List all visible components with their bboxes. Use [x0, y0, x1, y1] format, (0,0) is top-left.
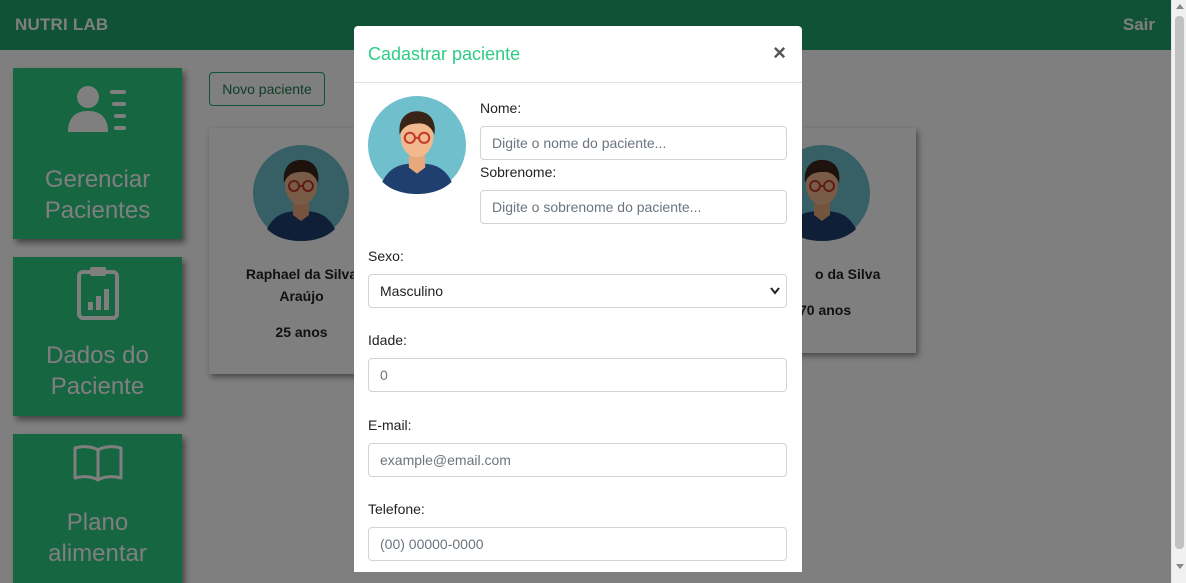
email-label: E-mail: [368, 417, 412, 433]
sobrenome-input[interactable]: Digite o sobrenome do paciente... [480, 190, 787, 224]
app-page: NUTRI LAB Sair Gerenciar Pacientes [0, 0, 1171, 583]
telefone-label: Telefone: [368, 501, 425, 517]
sexo-selected-value: Masculino [380, 283, 444, 299]
sexo-label: Sexo: [368, 248, 404, 264]
sobrenome-label: Sobrenome: [480, 164, 557, 180]
email-input[interactable]: example@email.com [368, 443, 787, 477]
nome-label: Nome: [480, 100, 522, 116]
chevron-down-icon [770, 275, 780, 319]
idade-label: Idade: [368, 332, 407, 348]
sexo-select[interactable]: Masculino [368, 274, 787, 308]
patient-avatar-upload[interactable] [368, 96, 466, 194]
idade-input[interactable]: 0 [368, 358, 787, 392]
nome-input[interactable]: Digite o nome do paciente... [480, 126, 787, 160]
page-scrollbar[interactable] [1171, 0, 1186, 583]
register-patient-modal: Cadastrar paciente × Nome: Digite o nome… [354, 26, 802, 572]
close-icon[interactable]: × [773, 42, 786, 64]
modal-title: Cadastrar paciente [368, 44, 521, 64]
modal-header: Cadastrar paciente × [354, 26, 802, 83]
scrollbar-thumb[interactable] [1175, 16, 1184, 549]
scroll-up-icon[interactable] [1176, 4, 1184, 9]
telefone-input[interactable]: (00) 00000-0000 [368, 527, 787, 561]
scroll-down-icon[interactable] [1176, 564, 1184, 569]
